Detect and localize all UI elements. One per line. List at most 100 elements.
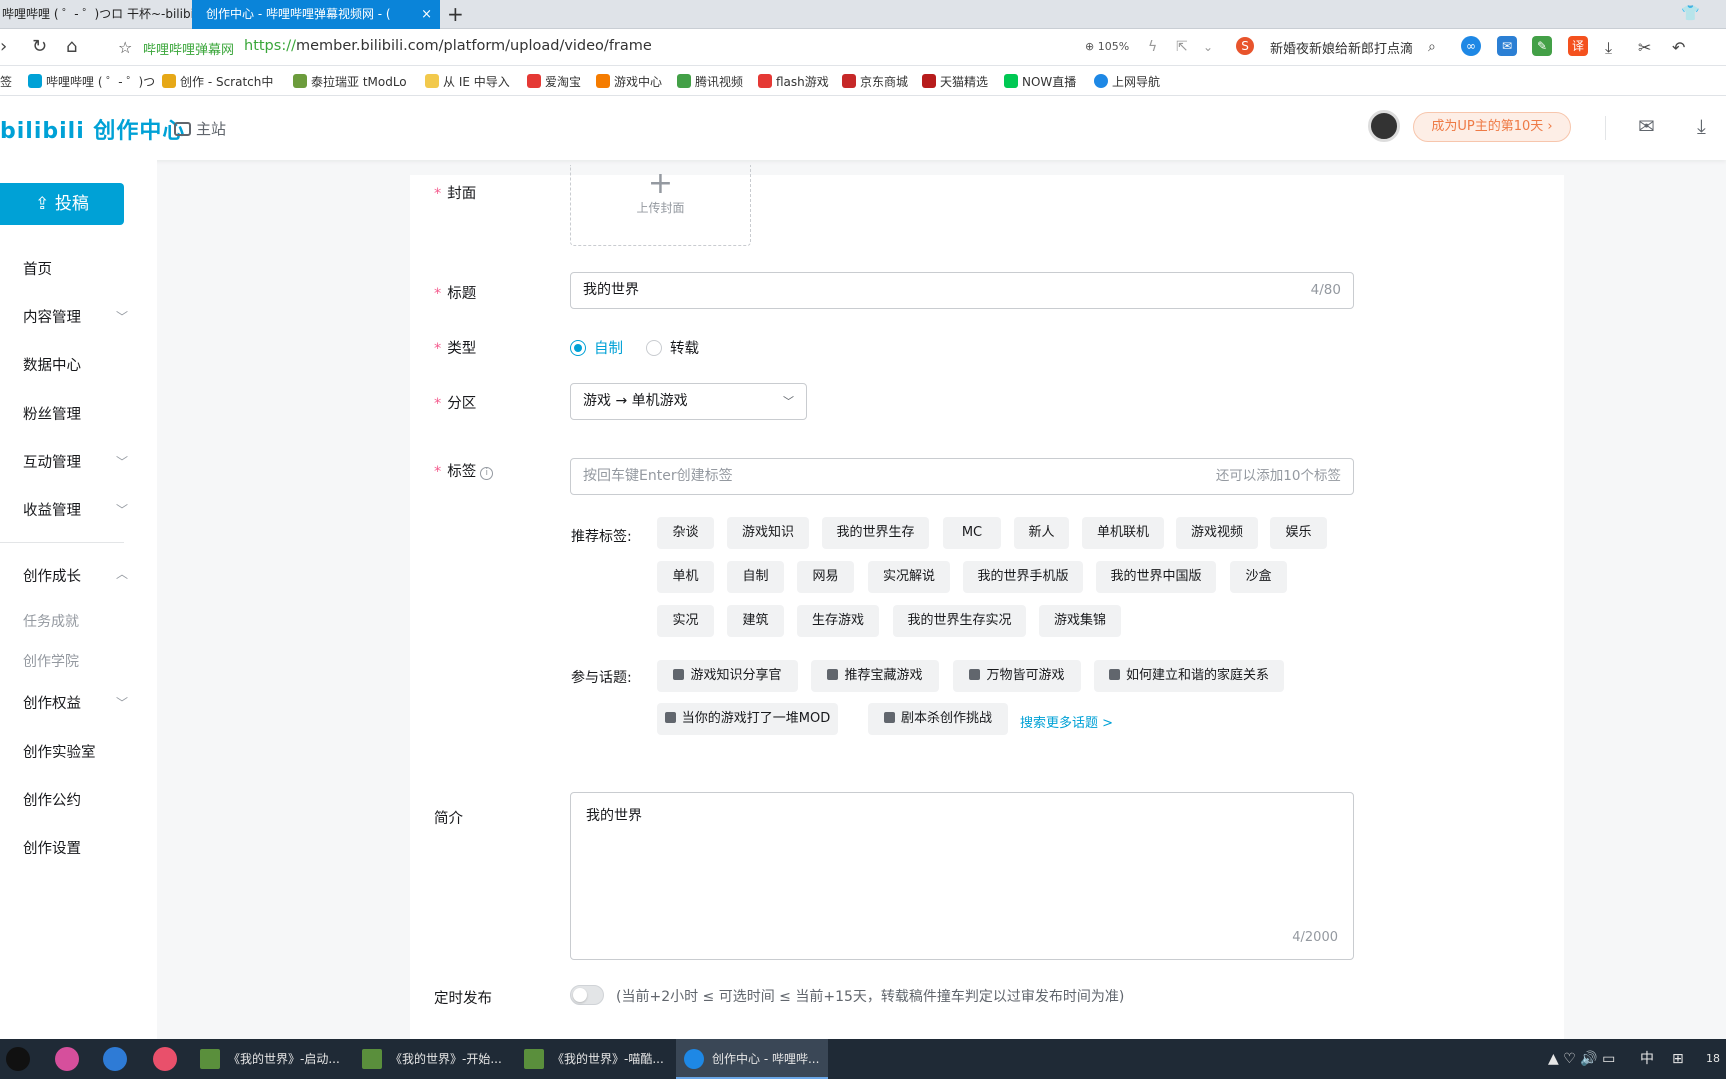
recommended-tag[interactable]: 杂谈 [657, 517, 714, 549]
sidebar-item-revenue[interactable]: 收益管理 [23, 499, 81, 520]
bookmark-item[interactable]: 泰拉瑞亚 tModLo [293, 73, 407, 90]
note-icon[interactable]: ✎ [1532, 36, 1552, 56]
recommended-tag[interactable]: 游戏知识 [727, 517, 809, 549]
skin-icon[interactable]: 👕 [1681, 4, 1700, 22]
sidebar-item-data[interactable]: 数据中心 [23, 354, 81, 375]
avatar[interactable] [1368, 110, 1400, 142]
taskbar-task[interactable]: 《我的世界》-喵酷... [516, 1039, 668, 1079]
bookmark-item[interactable]: 哔哩哔哩 ( ゜- ゜)つ [28, 73, 155, 90]
recommended-tag[interactable]: 生存游戏 [797, 605, 879, 637]
search-icon[interactable]: ⌕ [1428, 39, 1436, 55]
cover-upload-box[interactable]: + 上传封面 [570, 165, 751, 246]
recommended-tag[interactable]: 建筑 [727, 605, 784, 637]
chevron-down-icon[interactable]: ﹀ [116, 501, 128, 518]
topic-tag[interactable]: 万物皆可游戏 [953, 660, 1081, 692]
sidebar-item-lab[interactable]: 创作实验室 [23, 741, 96, 762]
close-tab-icon[interactable]: × [421, 0, 432, 29]
bookmark-item[interactable]: 天猫精选 [922, 73, 988, 90]
chevron-up-icon[interactable]: ︿ [116, 565, 128, 582]
bookmark-item[interactable]: 从 IE 中导入 [425, 73, 510, 90]
bookmark-item[interactable]: NOW直播 [1004, 73, 1076, 90]
main-site-link[interactable]: 主站 [174, 118, 226, 139]
recommended-tag[interactable]: 我的世界生存实况 [893, 605, 1026, 637]
bookmark-star-icon[interactable]: ☆ [118, 38, 132, 57]
bookmark-item[interactable]: 上网导航 [1094, 73, 1160, 90]
download-icon[interactable]: ⤓ [1605, 38, 1612, 58]
sidebar-item-settings[interactable]: 创作设置 [23, 837, 81, 858]
tray-icons[interactable]: ▲ ♡ 🔊 ▭ [1548, 1039, 1615, 1079]
sidebar-item-fans[interactable]: 粉丝管理 [23, 403, 81, 424]
clock[interactable]: 18 [1706, 1039, 1720, 1079]
recommended-tag[interactable]: MC [943, 517, 1001, 549]
taskbar-task[interactable]: 《我的世界》-启动... [192, 1039, 344, 1079]
share-icon[interactable]: ⇱ [1176, 39, 1188, 55]
news-headline[interactable]: 新婚夜新娘给新郎打点滴 [1270, 38, 1413, 57]
bookmark-item[interactable]: 爱淘宝 [527, 73, 581, 90]
sidebar-item-content[interactable]: 内容管理 [23, 306, 81, 327]
sidebar-item-academy[interactable]: 创作学院 [23, 651, 79, 671]
recommended-tag[interactable]: 单机 [657, 561, 714, 593]
recommended-tag[interactable]: 沙盒 [1230, 561, 1287, 593]
recommended-tag[interactable]: 我的世界中国版 [1096, 561, 1216, 593]
recommended-tag[interactable]: 实况 [657, 605, 714, 637]
recommended-tag[interactable]: 娱乐 [1270, 517, 1327, 549]
app-icon[interactable] [103, 1047, 127, 1071]
taskbar-task[interactable]: 《我的世界》-开始... [354, 1039, 506, 1079]
type-radio-original[interactable]: 自制 [570, 337, 623, 358]
app-icon[interactable] [55, 1047, 79, 1071]
bookmark-item[interactable]: 签 [0, 73, 12, 90]
zone-select[interactable]: 游戏 → 单机游戏 ﹀ [570, 383, 807, 420]
upload-button[interactable]: ⇪ 投稿 [0, 183, 124, 225]
topic-tag[interactable]: 如何建立和谐的家庭关系 [1094, 660, 1284, 692]
sidebar-item-convention[interactable]: 创作公约 [23, 789, 81, 810]
tab-creator-center[interactable]: 创作中心 - 哔哩哔哩弹幕视频网 - ( × [192, 0, 440, 29]
translate-icon[interactable]: 译 [1568, 36, 1588, 56]
recommended-tag[interactable]: 自制 [727, 561, 784, 593]
home-icon[interactable]: ⌂ [66, 36, 77, 57]
bookmark-item[interactable]: flash游戏 [758, 73, 829, 90]
sidebar-item-rights[interactable]: 创作权益 [23, 692, 81, 713]
notification-icon[interactable]: ✉ [1497, 36, 1517, 56]
description-textarea[interactable]: 我的世界 4/2000 [570, 792, 1354, 960]
chevron-down-icon[interactable]: ﹀ [116, 308, 128, 325]
recommended-tag[interactable]: 网易 [797, 561, 854, 593]
download-icon[interactable]: ⤓ [1697, 114, 1706, 138]
search-more-topics-link[interactable]: 搜索更多话题 > [1020, 712, 1113, 731]
chevron-down-icon[interactable]: ﹀ [116, 694, 128, 711]
sidebar-item-tasks[interactable]: 任务成就 [23, 611, 79, 631]
bookmark-item[interactable]: 创作 - Scratch中 [162, 73, 273, 90]
bookmark-item[interactable]: 游戏中心 [596, 73, 662, 90]
title-input[interactable]: 我的世界 4/80 [570, 272, 1354, 309]
recommended-tag[interactable]: 我的世界手机版 [963, 561, 1083, 593]
ime-indicator[interactable]: 中 [1640, 1039, 1654, 1079]
sidebar-item-interaction[interactable]: 互动管理 [23, 451, 81, 472]
qq-icon[interactable] [6, 1047, 30, 1071]
recommended-tag[interactable]: 我的世界生存 [822, 517, 929, 549]
tags-input[interactable]: 按回车键Enter创建标签 还可以添加10个标签 [570, 458, 1354, 495]
taskbar-task-active[interactable]: 创作中心 - 哔哩哔... [676, 1039, 828, 1079]
mail-icon[interactable]: ✉ [1638, 114, 1655, 138]
topic-tag[interactable]: 游戏知识分享官 [657, 660, 798, 692]
recommended-tag[interactable]: 单机联机 [1082, 517, 1164, 549]
app-icon[interactable] [153, 1047, 177, 1071]
zoom-level[interactable]: ⊕ 105% [1085, 40, 1129, 53]
new-tab-button[interactable]: + [447, 2, 464, 26]
bookmark-item[interactable]: 京东商城 [842, 73, 908, 90]
infinity-icon[interactable]: ∞ [1461, 36, 1481, 56]
topic-tag[interactable]: 推荐宝藏游戏 [811, 660, 939, 692]
recommended-tag[interactable]: 游戏集锦 [1039, 605, 1121, 637]
info-icon[interactable]: i [480, 467, 494, 480]
up-days-badge[interactable]: 成为UP主的第10天 › [1413, 112, 1571, 142]
chevron-down-icon[interactable]: ﹀ [116, 453, 128, 470]
topic-tag[interactable]: 当你的游戏打了一堆MOD [657, 703, 838, 735]
tab-bilibili-home[interactable]: 哔哩哔哩 ( ゜- ゜)つロ 干杯~-bilibili [0, 0, 192, 29]
sidebar-item-home[interactable]: 首页 [23, 258, 52, 279]
schedule-toggle[interactable] [570, 985, 604, 1005]
recommended-tag[interactable]: 实况解说 [868, 561, 950, 593]
reload-icon[interactable]: ↻ [32, 36, 47, 57]
creator-center-logo[interactable]: bilibili 创作中心 [0, 113, 185, 145]
search-engine-icon[interactable]: S [1236, 37, 1254, 55]
dropdown-icon[interactable]: ⌄ [1203, 40, 1213, 54]
sidebar-item-growth[interactable]: 创作成长 [23, 565, 81, 586]
recommended-tag[interactable]: 新人 [1014, 517, 1069, 549]
